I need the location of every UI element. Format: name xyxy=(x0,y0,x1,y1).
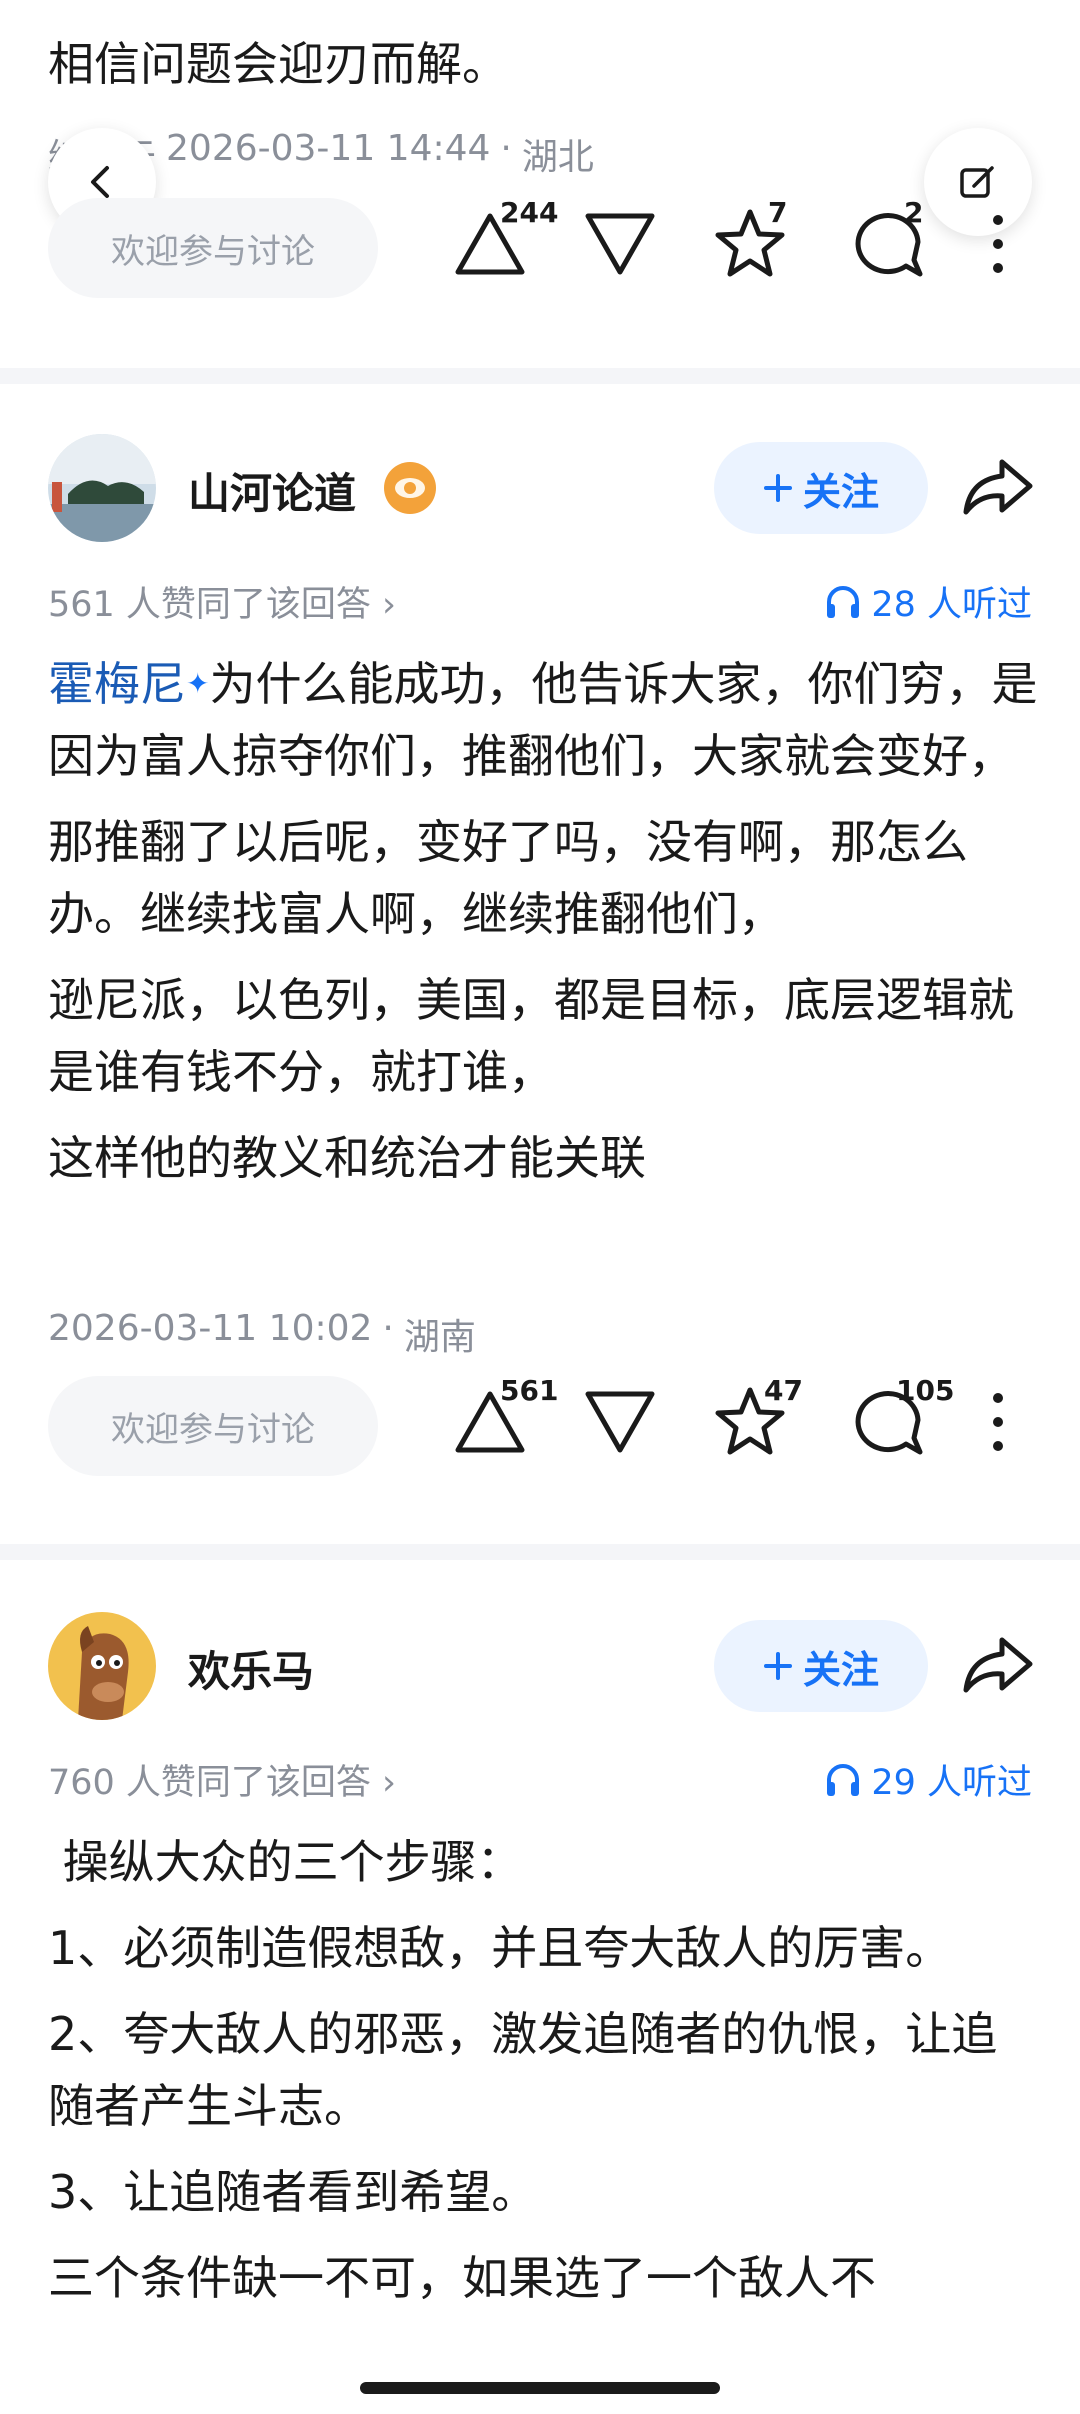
listen-count[interactable]: 29 人听过 xyxy=(823,1754,1032,1805)
downvote-icon xyxy=(585,213,655,275)
answer1-more-button[interactable] xyxy=(978,204,1018,294)
follow-label: 关注 xyxy=(802,1647,879,1692)
badge-icon xyxy=(384,462,436,514)
author-name[interactable]: 山河论道 xyxy=(188,460,356,521)
headphone-icon xyxy=(827,585,860,618)
answer2-downvote-button[interactable] xyxy=(580,1382,670,1472)
plus-icon xyxy=(763,474,792,502)
answer2-meta: 2026-03-11 10:02 · 湖南 xyxy=(48,1308,476,1360)
answer2-topic-link[interactable]: 霍梅尼 xyxy=(48,657,186,711)
home-indicator[interactable] xyxy=(360,2382,720,2394)
answer1-upvote-count: 244 xyxy=(500,196,559,229)
answer1-discuss-input[interactable]: 欢迎参与讨论 xyxy=(48,198,378,298)
answer3-body: 操纵大众的三个步骤： 1、必须制造假想敌，并且夸大敌人的厉害。 2、夸大敌人的邪… xyxy=(48,1826,1038,2366)
answer1-favorite-count: 7 xyxy=(768,196,788,229)
share-icon xyxy=(963,1637,1033,1693)
edit-icon xyxy=(960,166,994,198)
listen-text: 29 人听过 xyxy=(871,1763,1032,1803)
answer3-paragraph: 操纵大众的三个步骤： xyxy=(48,1835,523,1889)
answer2-upvote-count: 561 xyxy=(500,1374,559,1407)
listen-text: 28 人听过 xyxy=(871,585,1032,625)
follow-button[interactable]: 关注 xyxy=(714,442,928,534)
follow-button[interactable]: 关注 xyxy=(714,1620,928,1712)
avatar[interactable] xyxy=(48,1612,156,1720)
author-name[interactable]: 欢乐马 xyxy=(188,1638,314,1699)
answer1-downvote-button[interactable] xyxy=(580,204,670,294)
answer1-text-tail: 相信问题会迎刃而解。 xyxy=(48,37,508,91)
plus-icon xyxy=(763,1652,792,1680)
more-icon xyxy=(993,215,1003,273)
avatar[interactable] xyxy=(48,434,156,542)
headphone-icon xyxy=(827,1763,860,1796)
answer1-meta-date: 2026-03-11 14:44 xyxy=(166,128,491,169)
answer1-meta-location: 湖北 xyxy=(521,137,594,178)
answer2-paragraph: 霍梅尼✦为什么能成功，他告诉大家，你们穷，是因为富人掠夺你们，推翻他们，大家就会… xyxy=(48,648,1038,792)
downvote-icon xyxy=(585,1391,655,1453)
answer1-comment-count: 2 xyxy=(904,196,924,229)
divider xyxy=(0,368,1080,384)
answer2-discuss-input[interactable]: 欢迎参与讨论 xyxy=(48,1376,378,1476)
answer2-meta-sep: · xyxy=(382,1308,394,1349)
divider xyxy=(0,1544,1080,1560)
spark-icon: ✦ xyxy=(186,667,210,700)
answer3-paragraph: 2、夸大敌人的邪恶，激发追随者的仇恨，让追随者产生斗志。 xyxy=(48,2007,998,2133)
follow-label: 关注 xyxy=(802,469,879,514)
answer1-comment-button[interactable] xyxy=(848,204,938,294)
listen-count[interactable]: 28 人听过 xyxy=(823,576,1032,627)
answer2-paragraph: 这样他的教义和统治才能关联 xyxy=(48,1131,646,1185)
answer2-favorite-count: 47 xyxy=(764,1374,803,1407)
answer1-meta-sep: · xyxy=(500,128,512,169)
agree-count-link[interactable]: 561 人赞同了该回答 › xyxy=(48,576,396,627)
more-icon xyxy=(993,1393,1003,1451)
share-icon xyxy=(963,459,1033,515)
answer2-meta-location: 湖南 xyxy=(403,1317,476,1358)
agree-count-link[interactable]: 760 人赞同了该回答 › xyxy=(48,1754,396,1805)
answer2-more-button[interactable] xyxy=(978,1382,1018,1472)
share-button[interactable] xyxy=(958,448,1038,528)
answer2-body: 霍梅尼✦为什么能成功，他告诉大家，你们穷，是因为富人掠夺你们，推翻他们，大家就会… xyxy=(48,648,1038,1194)
answer2-meta-date: 2026-03-11 10:02 xyxy=(48,1308,373,1349)
answer2-paragraph: 逊尼派，以色列，美国，都是目标，底层逻辑就是谁有钱不分，就打谁， xyxy=(48,973,1014,1099)
share-button[interactable] xyxy=(958,1626,1038,1706)
answer2-comment-count: 105 xyxy=(896,1374,955,1407)
answer2-paragraph: 那推翻了以后呢，变好了吗，没有啊，那怎么办。继续找富人啊，继续推翻他们， xyxy=(48,815,968,941)
answer3-paragraph: 三个条件缺一不可，如果选了一个敌人不 xyxy=(48,2251,876,2305)
answer3-paragraph: 3、让追随者看到希望。 xyxy=(48,2165,538,2219)
answer3-paragraph: 1、必须制造假想敌，并且夸大敌人的厉害。 xyxy=(48,1921,952,1975)
